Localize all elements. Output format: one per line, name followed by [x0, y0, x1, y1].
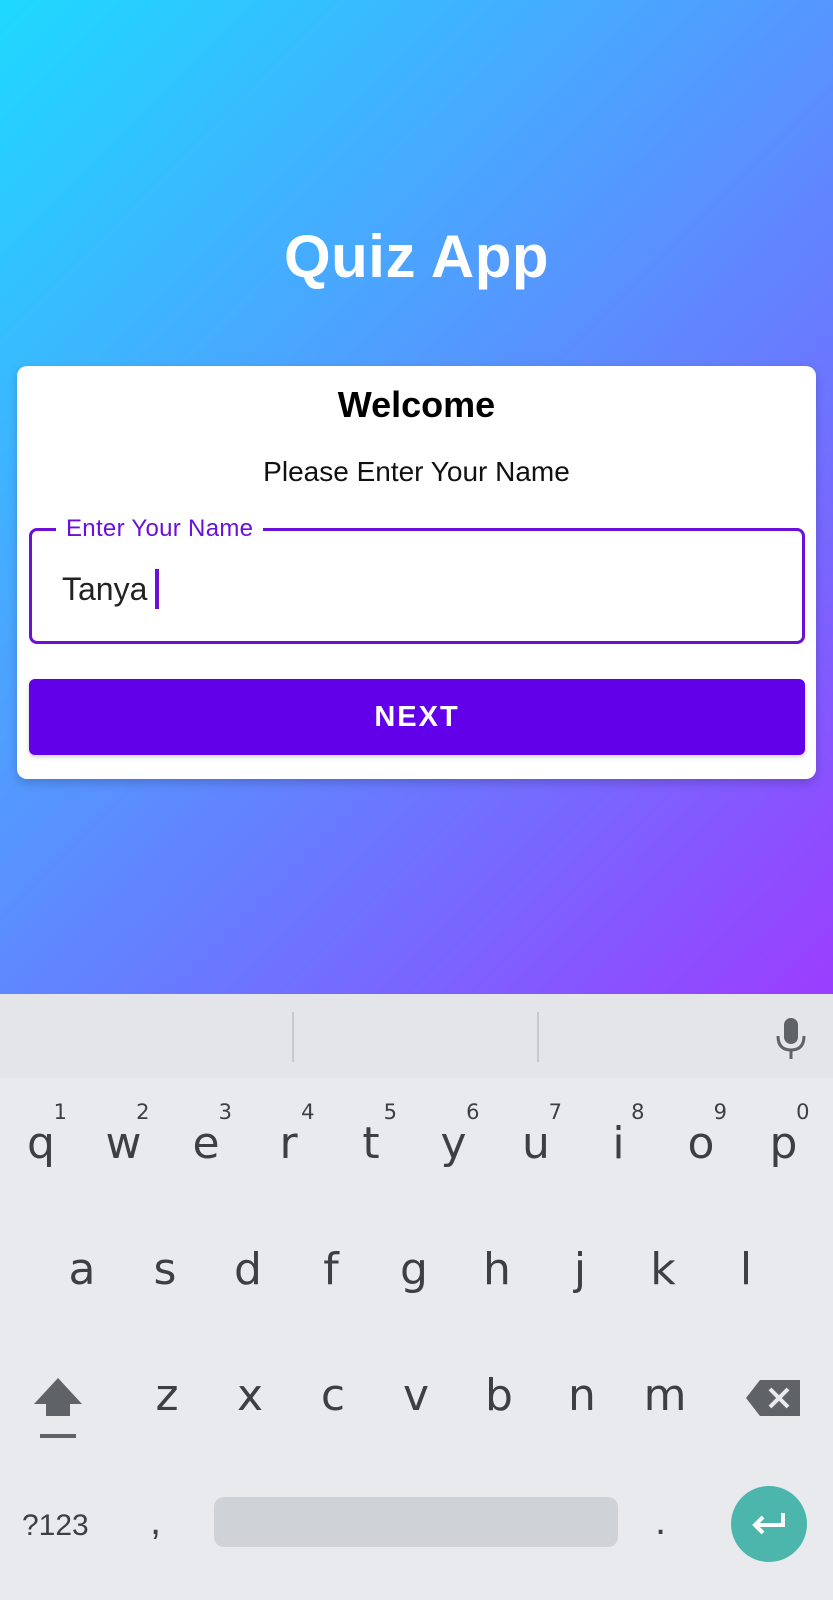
key-e[interactable]: e3	[166, 1094, 246, 1194]
key-label: o	[687, 1118, 715, 1169]
card-subtitle: Please Enter Your Name	[263, 456, 570, 487]
next-button[interactable]: NEXT	[29, 679, 805, 755]
key-number-hint: 3	[218, 1100, 232, 1124]
name-input-label: Enter Your Name	[56, 515, 264, 543]
suggestion-strip	[0, 994, 833, 1078]
key-q[interactable]: q1	[1, 1094, 81, 1194]
key-label: v	[402, 1370, 430, 1421]
key-label: x	[236, 1370, 264, 1421]
period-key[interactable]: .	[655, 1499, 666, 1544]
key-m[interactable]: m	[625, 1346, 705, 1446]
key-number-hint: 7	[548, 1100, 562, 1124]
key-v[interactable]: v	[376, 1346, 456, 1446]
key-label: i	[612, 1118, 625, 1169]
key-label: a	[68, 1244, 96, 1295]
mic-icon[interactable]	[773, 1016, 809, 1060]
enter-icon	[752, 1513, 785, 1535]
key-h[interactable]: h	[457, 1220, 537, 1320]
key-x[interactable]: x	[210, 1346, 290, 1446]
key-number-hint: 6	[466, 1100, 480, 1124]
key-l[interactable]: l	[706, 1220, 786, 1320]
shift-icon[interactable]	[28, 1374, 88, 1444]
key-f[interactable]: f	[291, 1220, 371, 1320]
key-number-hint: 9	[713, 1100, 727, 1124]
suggestion-divider	[537, 1012, 539, 1062]
key-label: u	[522, 1118, 550, 1169]
key-label: p	[769, 1118, 798, 1169]
key-i[interactable]: i8	[579, 1094, 659, 1194]
key-label: k	[650, 1244, 676, 1295]
key-number-hint: 8	[631, 1100, 645, 1124]
key-label: r	[279, 1118, 298, 1169]
welcome-card: Welcome Please Enter Your Name Enter You…	[17, 366, 816, 779]
name-input-value[interactable]: Tanya	[62, 568, 160, 609]
key-label: b	[485, 1370, 513, 1421]
soft-keyboard: q1w2e3r4t5y6u7i8o9p0 asdfghjkl zxcvbnm ?…	[0, 994, 833, 1600]
key-z[interactable]: z	[127, 1346, 207, 1446]
space-bar[interactable]	[214, 1497, 618, 1547]
comma-key[interactable]: ,	[150, 1499, 161, 1544]
key-label: c	[320, 1370, 346, 1421]
key-d[interactable]: d	[208, 1220, 288, 1320]
key-label: m	[643, 1370, 687, 1421]
key-w[interactable]: w2	[84, 1094, 164, 1194]
app-title: Quiz App	[283, 223, 550, 290]
key-label: t	[362, 1118, 380, 1169]
key-label: y	[440, 1118, 467, 1169]
key-g[interactable]: g	[374, 1220, 454, 1320]
key-label: w	[105, 1118, 142, 1169]
key-number-hint: 1	[53, 1100, 67, 1124]
key-r[interactable]: r4	[249, 1094, 329, 1194]
key-label: q	[27, 1118, 55, 1169]
quiz-app-screen: Quiz App Welcome Please Enter Your Name …	[0, 0, 833, 994]
key-number-hint: 0	[796, 1100, 810, 1124]
key-k[interactable]: k	[623, 1220, 703, 1320]
enter-key[interactable]	[731, 1486, 807, 1562]
text-caret	[155, 568, 160, 609]
key-j[interactable]: j	[540, 1220, 620, 1320]
key-label: e	[192, 1118, 220, 1169]
key-label: d	[234, 1244, 262, 1295]
key-y[interactable]: y6	[414, 1094, 494, 1194]
key-label: f	[323, 1244, 339, 1295]
key-s[interactable]: s	[125, 1220, 205, 1320]
key-p[interactable]: p0	[744, 1094, 824, 1194]
key-label: g	[400, 1244, 428, 1295]
key-label: z	[155, 1370, 179, 1421]
key-t[interactable]: t5	[331, 1094, 411, 1194]
backspace-icon[interactable]	[744, 1378, 802, 1418]
key-u[interactable]: u7	[496, 1094, 576, 1194]
key-b[interactable]: b	[459, 1346, 539, 1446]
key-n[interactable]: n	[542, 1346, 622, 1446]
name-input-text: Tanya	[62, 571, 148, 607]
key-o[interactable]: o9	[661, 1094, 741, 1194]
key-label: s	[153, 1244, 177, 1295]
key-label: n	[568, 1370, 596, 1421]
key-number-hint: 5	[383, 1100, 397, 1124]
key-label: h	[483, 1244, 511, 1295]
key-number-hint: 4	[301, 1100, 315, 1124]
key-number-hint: 2	[136, 1100, 150, 1124]
key-label: j	[573, 1244, 587, 1295]
symbols-key[interactable]: ?123	[22, 1509, 89, 1543]
key-a[interactable]: a	[42, 1220, 122, 1320]
suggestion-divider	[292, 1012, 294, 1062]
key-c[interactable]: c	[293, 1346, 373, 1446]
name-input[interactable]: Enter Your Name Tanya	[29, 515, 805, 644]
key-label: l	[739, 1244, 753, 1295]
card-heading: Welcome	[337, 384, 496, 425]
